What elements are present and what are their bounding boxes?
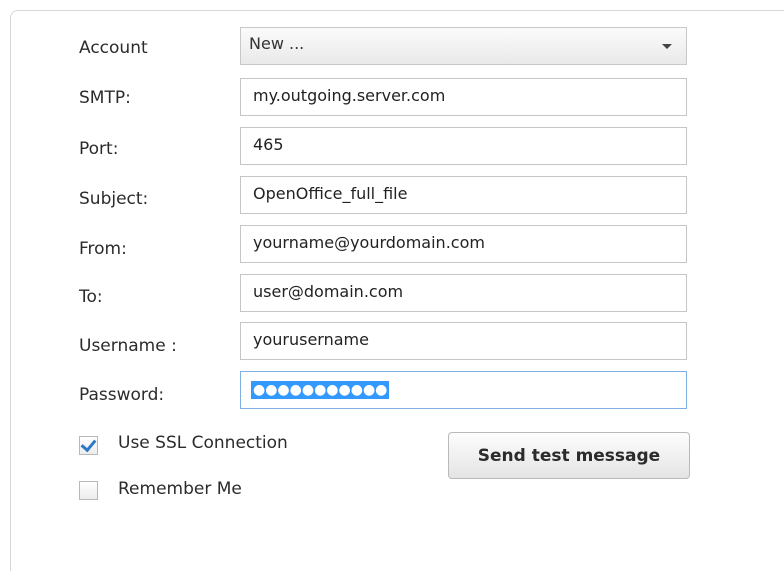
chevron-down-icon[interactable] (662, 44, 672, 49)
send-test-message-button[interactable]: Send test message (448, 432, 690, 479)
password-label: Password: (79, 385, 165, 405)
port-input[interactable]: 465 (240, 127, 687, 165)
port-label: Port: (79, 139, 119, 159)
to-input[interactable]: user@domain.com (240, 274, 687, 312)
subject-label: Subject: (79, 189, 149, 209)
account-value: New ... (249, 34, 305, 53)
username-input[interactable]: yourusername (240, 322, 687, 360)
subject-input[interactable]: OpenOffice_full_file (240, 176, 687, 214)
from-label: From: (79, 239, 127, 259)
to-label: To: (79, 287, 103, 307)
account-select[interactable]: New ... (240, 27, 687, 65)
smtp-label: SMTP: (79, 88, 131, 108)
smtp-input[interactable]: my.outgoing.server.com (240, 78, 687, 116)
username-label: Username : (79, 336, 177, 356)
ssl-label: Use SSL Connection (118, 433, 288, 453)
remember-checkbox[interactable] (79, 481, 98, 500)
checkmark-icon (80, 435, 97, 453)
remember-label: Remember Me (118, 479, 242, 499)
from-input[interactable]: yourname@yourdomain.com (240, 225, 687, 263)
password-selection: ●●●●●●●●●●● (251, 381, 390, 399)
password-input[interactable]: ●●●●●●●●●●● (240, 371, 687, 409)
account-label: Account (79, 38, 148, 58)
ssl-checkbox[interactable] (79, 435, 98, 455)
